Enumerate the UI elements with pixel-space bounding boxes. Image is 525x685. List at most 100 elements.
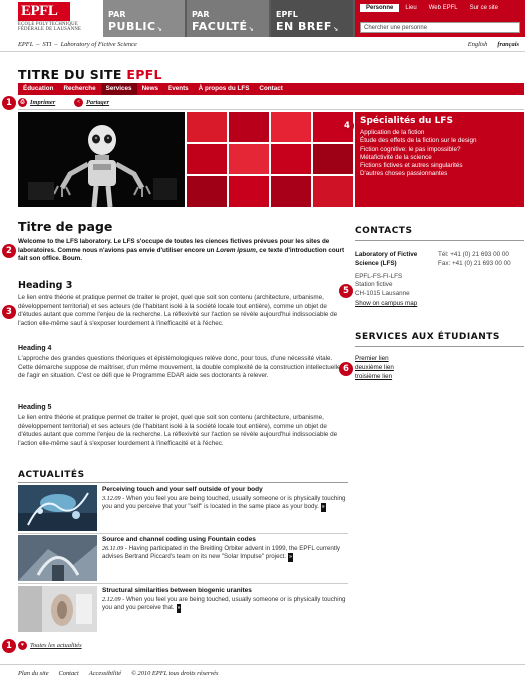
search-tab-web-epfl[interactable]: Web EPFL (423, 4, 464, 12)
banner-tile-public[interactable]: PAR PUBLIC↘ (103, 0, 185, 37)
banner-tile-en-bref[interactable]: EPFL EN BREF↘ (271, 0, 353, 37)
contact-address: EPFL-FS-FI-LFS Station fictive CH-1015 L… (355, 273, 410, 298)
footer-contact-link[interactable]: Contact (59, 670, 79, 677)
all-news-label: Toutes les actualités (30, 641, 82, 649)
breadcrumb-lab[interactable]: Laboratory of Fictive Science (61, 41, 137, 48)
news-title[interactable]: Structural similarities between biogenic… (102, 587, 252, 594)
annotation-marker-3: 3 (2, 305, 16, 319)
read-more-icon[interactable]: » (320, 503, 326, 512)
lang-francais[interactable]: français (497, 41, 519, 48)
address-line: CH-1015 Lausanne (355, 289, 410, 297)
search-tab-lieu[interactable]: Lieu (399, 4, 422, 12)
print-link[interactable]: ⎙ Imprimer (18, 98, 55, 107)
arrow-icon: ↘ (332, 26, 339, 33)
address-line: Station fictive (355, 281, 393, 289)
nav-contact[interactable]: Contact (254, 83, 287, 95)
arrow-icon: ↘ (156, 26, 163, 33)
news-text: - When you feel you are being touched, u… (102, 596, 346, 612)
news-body: 2.12.09 - When you feel you are being to… (102, 596, 350, 613)
news-text: - When you feel you are being touched, u… (102, 495, 346, 511)
mosaic-tile (229, 112, 269, 142)
heading-5: Heading 5 (18, 404, 52, 411)
annotation-marker-5: 5 (339, 284, 353, 298)
specialite-link[interactable]: Étude des effets de la fiction sur le de… (360, 137, 519, 145)
search-tab-personne[interactable]: Personne (360, 4, 400, 12)
banner-tile-faculte[interactable]: PAR FACULTÉ↘ (187, 0, 269, 37)
read-more-icon[interactable]: » (288, 553, 293, 562)
news-thumbnail (18, 485, 97, 531)
contact-phones: Tél: +41 (0) 21 693 00 00 Fax: +41 (0) 2… (438, 251, 511, 268)
read-more-icon[interactable]: » (176, 604, 182, 613)
contacts-heading: CONTACTS (355, 226, 413, 236)
site-title-accent: EPFL (126, 67, 162, 82)
annotation-marker-6: 6 (339, 362, 353, 376)
nav-education[interactable]: Éducation (18, 83, 58, 95)
print-label: Imprimer (30, 98, 56, 106)
share-link[interactable]: < Partager (74, 98, 109, 107)
service-link-3[interactable]: troisième lien (355, 373, 392, 380)
logo-letters: EPFL (21, 3, 58, 19)
nav-events[interactable]: Events (163, 83, 194, 95)
nav-services[interactable]: Services (100, 83, 137, 95)
specialite-link[interactable]: Fictions fictives et autres singularités (360, 162, 519, 170)
news-title[interactable]: Source and channel coding using Fountain… (102, 536, 256, 543)
news-date: 2.12.09 (102, 596, 121, 603)
heading-4: Heading 4 (18, 345, 52, 352)
page-title: Titre de page (18, 219, 113, 234)
news-body: 26.11.09 - Having participated in the Br… (102, 545, 350, 562)
campus-map-link[interactable]: Show on campus map (355, 300, 417, 307)
news-title[interactable]: Perceiving touch and your self outside o… (102, 486, 263, 493)
mosaic-tile (187, 112, 227, 142)
top-banner: EPFL ÉCOLE POLYTECHNIQUE FÉDÉRALE DE LAU… (0, 0, 525, 37)
hero-image-robot (18, 112, 185, 207)
robot-illustration (18, 112, 185, 207)
specialite-link[interactable]: Métafictivité de la science (360, 154, 519, 162)
news-item[interactable]: Perceiving touch and your self outside o… (18, 485, 348, 534)
footer-sitemap-link[interactable]: Plan du site (18, 670, 49, 677)
divider (18, 533, 348, 534)
lang-english[interactable]: English (468, 41, 488, 48)
mosaic-tile (313, 176, 353, 207)
tile-line1: PAR (192, 10, 210, 19)
mosaic-tile (271, 176, 311, 207)
address-line: EPFL-FS-FI-LFS (355, 273, 403, 280)
tile-line1: EPFL (276, 10, 298, 19)
breadcrumb-sti[interactable]: STI (42, 41, 51, 48)
site-title-main: TITRE DU SITE (18, 67, 122, 82)
nav-recherche[interactable]: Recherche (58, 83, 100, 95)
heading-3: Heading 3 (18, 280, 73, 291)
search-input[interactable]: Chercher une personne (360, 22, 520, 33)
logo-text-line2: FÉDÉRALE DE LAUSANNE (18, 27, 82, 33)
divider (355, 346, 524, 347)
mosaic-tile (187, 144, 227, 174)
specialite-link[interactable]: D'autres choses passionnantes (360, 170, 519, 178)
all-news-link[interactable]: ♥ Toutes les actualités (18, 641, 82, 650)
language-switcher: English français (458, 41, 519, 48)
annotation-marker-1-bottom: 1 (2, 639, 16, 653)
service-link-1[interactable]: Premier lien (355, 355, 389, 362)
breadcrumb-epfl[interactable]: EPFL (18, 41, 33, 48)
nav-a-propos[interactable]: À propos du LFS (194, 83, 255, 95)
search-tab-sur-ce-site[interactable]: Sur ce site (464, 4, 504, 12)
fountain-thumbnail (18, 535, 97, 581)
footer-copyright: © 2010 EPFL tous droits réservés (131, 670, 219, 677)
service-link-2[interactable]: deuxième lien (355, 364, 394, 371)
nav-news[interactable]: News (137, 83, 163, 95)
site-title: TITRE DU SITE EPFL (18, 67, 162, 82)
news-text: - Having participated in the Breitling O… (102, 545, 340, 561)
news-item[interactable]: Source and channel coding using Fountain… (18, 535, 350, 584)
contact-name: Laboratory of Fictive Science (LFS) (355, 251, 418, 267)
ear-thumbnail (18, 586, 97, 632)
news-item[interactable]: Structural similarities between biogenic… (18, 586, 348, 633)
intro-emphasis: Lorem ipsum (216, 246, 256, 254)
paragraph-2: L'approche des grandes questions théoriq… (18, 355, 348, 379)
breadcrumb-sep: – (36, 41, 40, 48)
news-date: 3.12.09 (102, 495, 121, 502)
specialite-link[interactable]: Fiction cognitive: le pas impossible? (360, 146, 519, 154)
epfl-logo[interactable]: EPFL ÉCOLE POLYTECHNIQUE FÉDÉRALE DE LAU… (0, 0, 103, 37)
tile-label: PUBLIC (108, 20, 156, 33)
tile-line1: PAR (108, 10, 126, 19)
footer-accessibility-link[interactable]: Accessibilité (89, 670, 121, 677)
annotation-marker-2: 2 (2, 244, 16, 258)
divider (18, 482, 348, 483)
